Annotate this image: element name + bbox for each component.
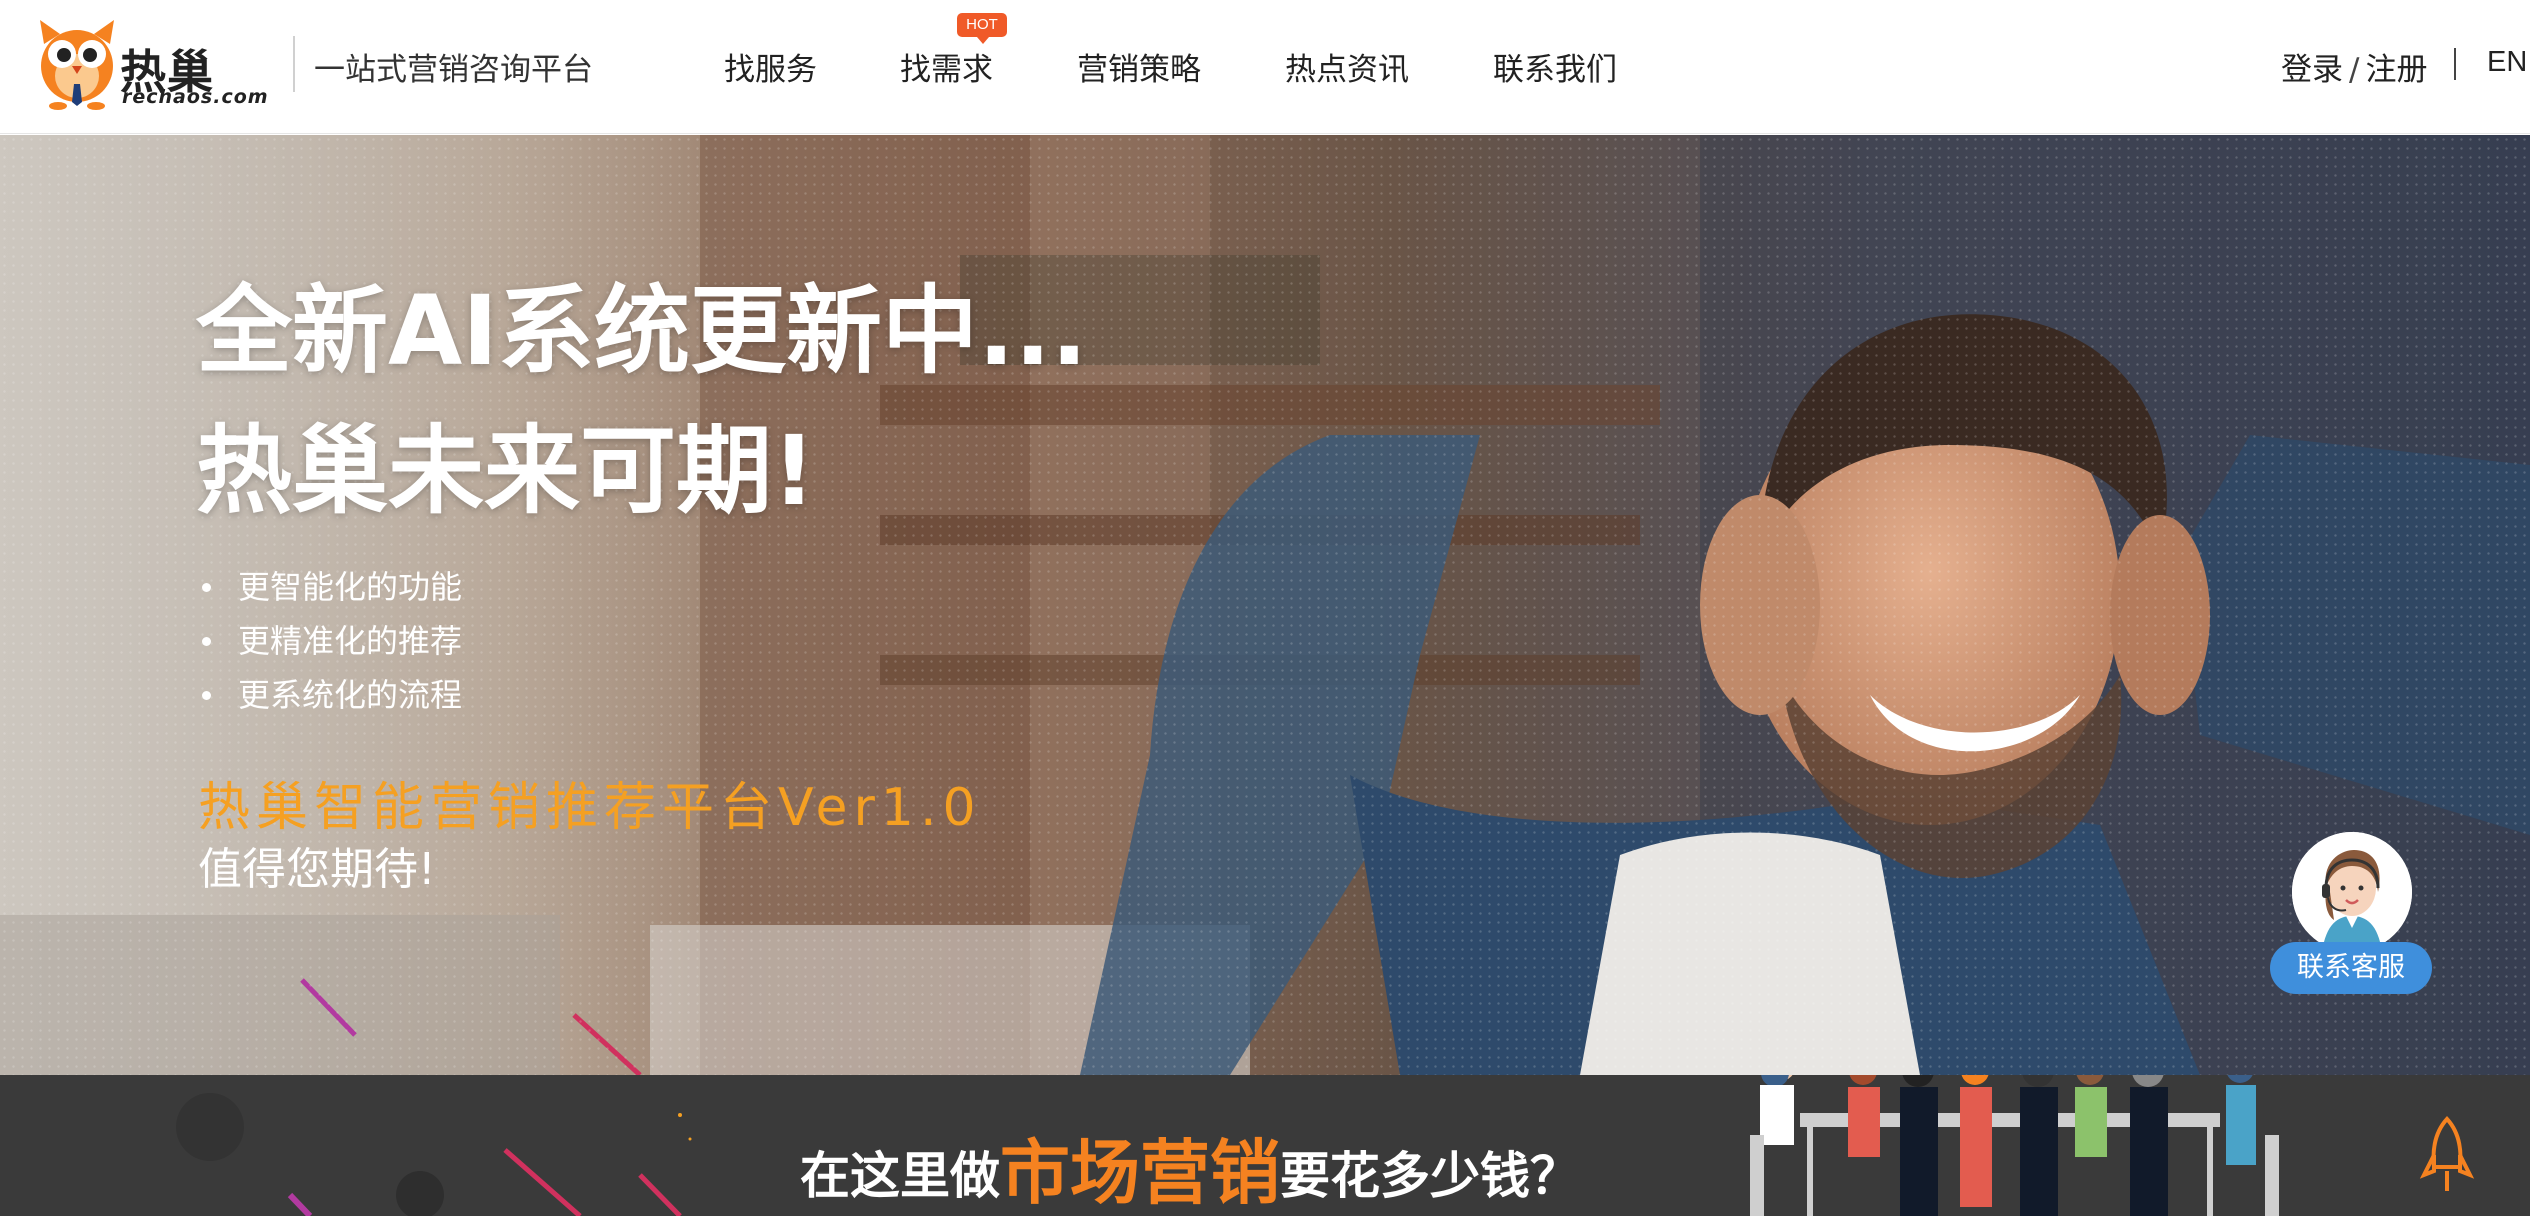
hero-title-line-2: 热巢未来可期! bbox=[196, 415, 816, 527]
owl-logo-icon bbox=[40, 20, 114, 110]
feature-item: 更精准化的推荐 bbox=[200, 614, 462, 668]
back-to-top-rocket-icon[interactable] bbox=[2418, 1115, 2476, 1195]
contact-service-button[interactable]: 联系客服 bbox=[2270, 942, 2432, 994]
feature-item: 更系统化的流程 bbox=[200, 668, 462, 722]
nav-item-contact-us[interactable]: 联系我们 bbox=[1493, 44, 1617, 89]
meeting-illustration bbox=[1750, 1075, 2279, 1216]
site-slogan: 一站式营销咨询平台 bbox=[314, 52, 593, 88]
feature-list: 更智能化的功能 更精准化的推荐 更系统化的流程 bbox=[200, 560, 462, 722]
headset-agent-icon bbox=[2292, 832, 2412, 952]
auth-links: 登录 / 注册 bbox=[2281, 44, 2427, 89]
nav-item-find-service[interactable]: 找服务 bbox=[724, 44, 817, 89]
hero-banner: 全新AI系统更新中... 热巢未来可期! 更智能化的功能 更精准化的推荐 更系统… bbox=[0, 135, 2530, 1075]
auth-lang-divider bbox=[2454, 48, 2456, 80]
nav-item-hot-news[interactable]: 热点资讯 bbox=[1285, 44, 1409, 89]
header-divider bbox=[293, 36, 295, 92]
hero-title-line-1: 全新AI系统更新中... bbox=[196, 275, 1088, 387]
language-switch[interactable]: EN bbox=[2487, 46, 2527, 79]
feature-item: 更智能化的功能 bbox=[200, 560, 462, 614]
banner-text-after: 要花多少钱？ bbox=[1280, 1147, 1580, 1205]
customer-service-widget[interactable]: 联系客服 bbox=[2270, 832, 2435, 1012]
pricing-promo-banner[interactable]: 在这里做市场营销要花多少钱？ bbox=[0, 1075, 2530, 1216]
banner-text-before: 在这里做 bbox=[800, 1147, 1000, 1205]
login-link[interactable]: 登录 bbox=[2281, 52, 2343, 88]
banner-headline: 在这里做市场营销要花多少钱？ bbox=[800, 1117, 1580, 1216]
site-header: 热巢 rechaos.com 一站式营销咨询平台 找服务 找需求 营销策略 热点… bbox=[0, 0, 2530, 134]
nav-item-marketing-strategy[interactable]: 营销策略 bbox=[1077, 44, 1201, 89]
hot-badge: HOT bbox=[957, 13, 1007, 44]
hero-subtitle: 值得您期待! bbox=[198, 844, 436, 895]
nav-item-find-demand[interactable]: 找需求 bbox=[900, 44, 993, 89]
register-link[interactable]: 注册 bbox=[2365, 52, 2427, 88]
hero-product-name: 热巢智能营销推荐平台Ver1.0 bbox=[198, 778, 982, 838]
banner-text-highlight: 市场营销 bbox=[1000, 1132, 1280, 1214]
auth-separator: / bbox=[2349, 52, 2360, 88]
site-logo[interactable]: 热巢 rechaos.com bbox=[36, 14, 269, 114]
logo-domain: rechaos.com bbox=[122, 86, 269, 108]
